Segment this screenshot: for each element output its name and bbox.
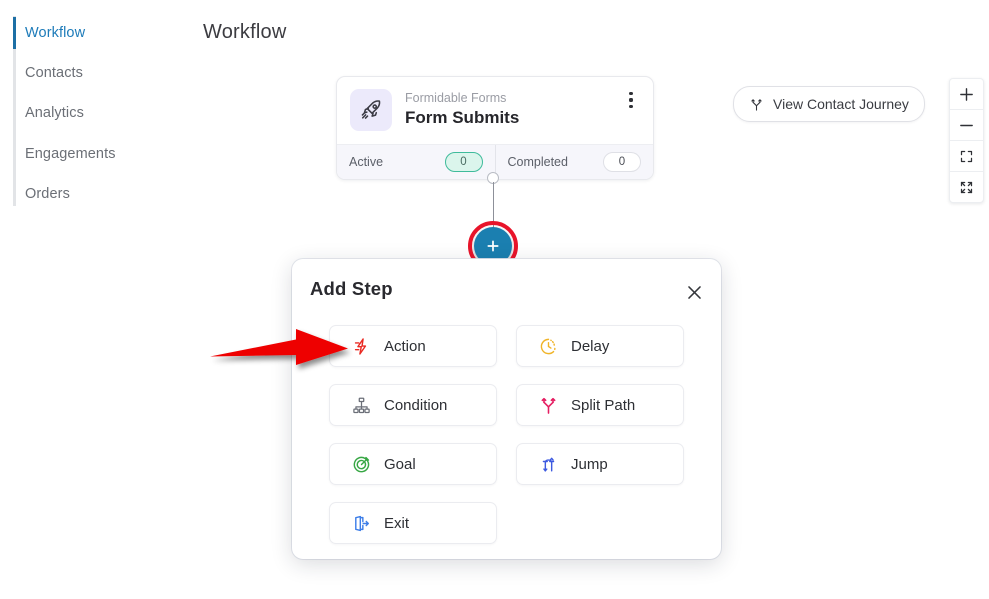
zoom-controls <box>949 78 984 203</box>
page-title: Workflow <box>203 21 287 43</box>
rocket-icon <box>350 89 392 131</box>
exit-door-icon <box>352 514 371 533</box>
step-option-split-path[interactable]: Split Path <box>516 384 684 426</box>
step-option-delay[interactable]: Delay <box>516 325 684 367</box>
split-path-icon <box>751 98 762 111</box>
step-option-condition-label: Condition <box>384 396 448 414</box>
expand-button[interactable] <box>950 171 983 202</box>
add-step-title: Add Step <box>310 278 393 299</box>
fit-view-button[interactable] <box>950 140 983 171</box>
step-option-action[interactable]: Action <box>329 325 497 367</box>
step-option-goal[interactable]: Goal <box>329 443 497 485</box>
close-icon[interactable] <box>683 281 705 303</box>
stat-active-value: 0 <box>444 152 483 172</box>
sidebar-item-workflow[interactable]: Workflow <box>25 25 85 41</box>
connector-line <box>492 182 495 232</box>
sidebar-active-indicator <box>13 17 16 49</box>
fit-screen-icon <box>960 150 973 162</box>
stat-active: Active 0 <box>337 145 495 179</box>
plus-icon <box>487 240 499 252</box>
add-step-panel: Add Step Action Delay Condition Split Pa… <box>292 259 721 559</box>
node-card-text: Formidable Forms Form Submits <box>405 91 519 129</box>
step-option-goal-label: Goal <box>384 455 416 473</box>
step-option-exit-label: Exit <box>384 514 410 532</box>
jump-icon <box>539 455 558 474</box>
expand-arrows-icon <box>960 181 973 193</box>
view-contact-journey-label: View Contact Journey <box>773 96 909 112</box>
step-option-jump-label: Jump <box>571 455 608 473</box>
kebab-menu-icon[interactable] <box>623 91 639 109</box>
stat-completed-label: Completed <box>507 155 568 169</box>
step-option-split-path-label: Split Path <box>571 396 636 414</box>
zoom-out-button[interactable] <box>950 109 983 140</box>
view-contact-journey-button[interactable]: View Contact Journey <box>733 86 925 122</box>
step-option-action-label: Action <box>384 337 426 355</box>
sidebar-item-analytics[interactable]: Analytics <box>25 105 84 121</box>
stat-completed: Completed 0 <box>494 145 654 179</box>
node-card-subtitle: Formidable Forms <box>405 91 507 105</box>
sidebar-item-contacts[interactable]: Contacts <box>25 65 83 81</box>
zoom-in-button[interactable] <box>950 79 983 109</box>
target-icon <box>352 455 371 474</box>
sidebar-item-engagements[interactable]: Engagements <box>25 146 116 162</box>
hierarchy-icon <box>352 396 371 415</box>
node-card-title: Form Submits <box>405 108 520 127</box>
clock-icon <box>539 337 558 356</box>
minus-icon <box>960 124 973 126</box>
stat-active-label: Active <box>349 155 384 169</box>
plus-icon <box>960 87 973 101</box>
lightning-bolt-icon <box>352 337 371 356</box>
split-path-icon <box>539 396 558 415</box>
node-card-header: Formidable Forms Form Submits <box>337 77 653 144</box>
stat-completed-value: 0 <box>603 152 641 172</box>
workflow-node-card[interactable]: Formidable Forms Form Submits Active 0 C… <box>336 76 654 180</box>
add-step-options: Action Delay Condition Split Path Goal J… <box>329 325 685 544</box>
step-option-delay-label: Delay <box>571 337 610 355</box>
sidebar: Workflow Contacts Analytics Engagements … <box>0 0 180 599</box>
step-option-jump[interactable]: Jump <box>516 443 684 485</box>
sidebar-item-orders[interactable]: Orders <box>25 186 70 202</box>
step-option-condition[interactable]: Condition <box>329 384 497 426</box>
step-option-exit[interactable]: Exit <box>329 502 497 544</box>
